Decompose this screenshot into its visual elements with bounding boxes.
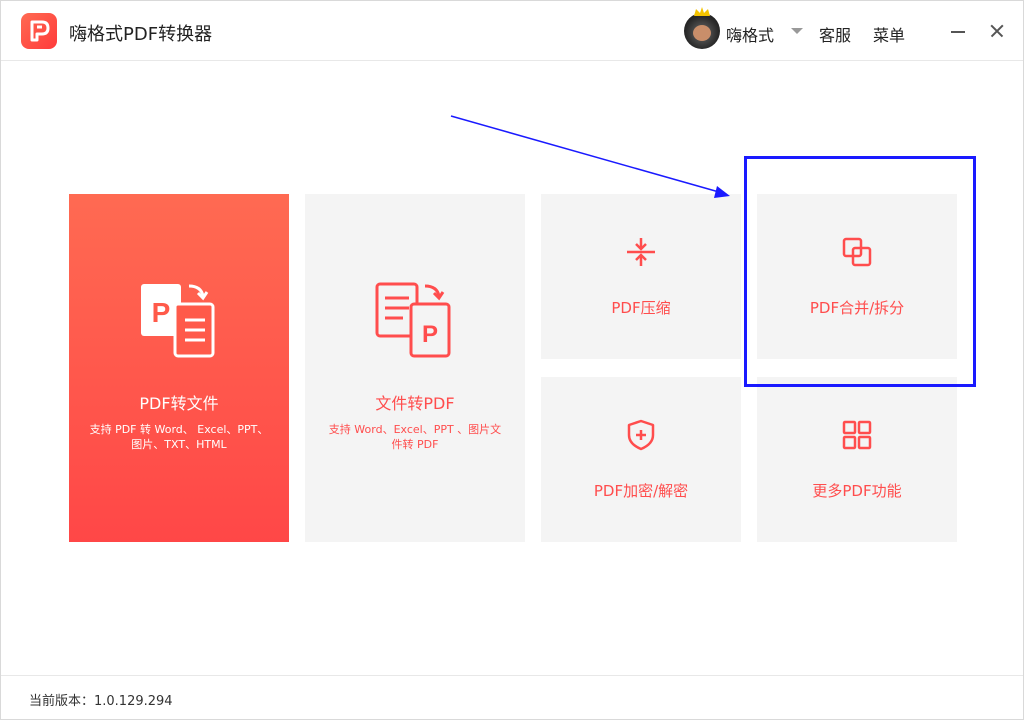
close-button[interactable] (985, 17, 1009, 43)
pdf-encrypt-card[interactable]: PDF加密/解密 (541, 377, 741, 542)
title-bar: 嗨格式PDF转换器 嗨格式 客服 菜单 (1, 1, 1023, 61)
customer-service-link[interactable]: 客服 (819, 22, 851, 46)
menu-link[interactable]: 菜单 (873, 22, 905, 46)
avatar-face (693, 25, 711, 41)
app-window: 嗨格式PDF转换器 嗨格式 客服 菜单 P PDF转文件 支持 PDF 转 Wo… (0, 0, 1024, 720)
compress-icon (627, 238, 655, 266)
pdf-to-file-desc: 支持 PDF 转 Word、 Excel、PPT、图片、TXT、HTML (89, 423, 269, 451)
svg-text:P: P (422, 321, 438, 348)
grid-icon (842, 420, 872, 450)
pdf-encrypt-title: PDF加密/解密 (593, 482, 689, 500)
pdf-compress-title: PDF压缩 (611, 299, 671, 317)
pdf-to-file-card[interactable]: P PDF转文件 支持 PDF 转 Word、 Excel、PPT、图片、TXT… (69, 194, 289, 542)
version-text: 当前版本：1.0.129.294 (29, 694, 173, 709)
annotation-highlight-box (744, 156, 976, 387)
file-to-pdf-card[interactable]: P 文件转PDF 支持 Word、Excel、PPT 、图片文件转 PDF (305, 194, 525, 542)
pdf-to-file-title: PDF转文件 (139, 394, 219, 413)
more-pdf-features-title: 更多PDF功能 (812, 482, 902, 500)
chevron-down-icon[interactable] (791, 28, 803, 34)
file-to-pdf-desc: 支持 Word、Excel、PPT 、图片文件转 PDF (328, 423, 502, 451)
pdf-to-file-icon: P (141, 284, 215, 358)
more-pdf-features-card[interactable]: 更多PDF功能 (757, 377, 957, 542)
svg-text:P: P (152, 297, 171, 328)
app-title: 嗨格式PDF转换器 (69, 24, 213, 45)
file-to-pdf-title: 文件转PDF (375, 394, 455, 413)
pdf-compress-card[interactable]: PDF压缩 (541, 194, 741, 359)
shield-icon (627, 419, 655, 451)
minimize-button[interactable] (947, 17, 969, 43)
footer: 当前版本：1.0.129.294 (1, 675, 1023, 720)
avatar-icon[interactable] (684, 7, 720, 49)
file-to-pdf-icon: P (375, 282, 451, 358)
crown-icon (694, 7, 710, 16)
username[interactable]: 嗨格式 (726, 22, 774, 46)
annotation-arrow (450, 115, 730, 198)
pdf-logo-icon (21, 13, 57, 49)
